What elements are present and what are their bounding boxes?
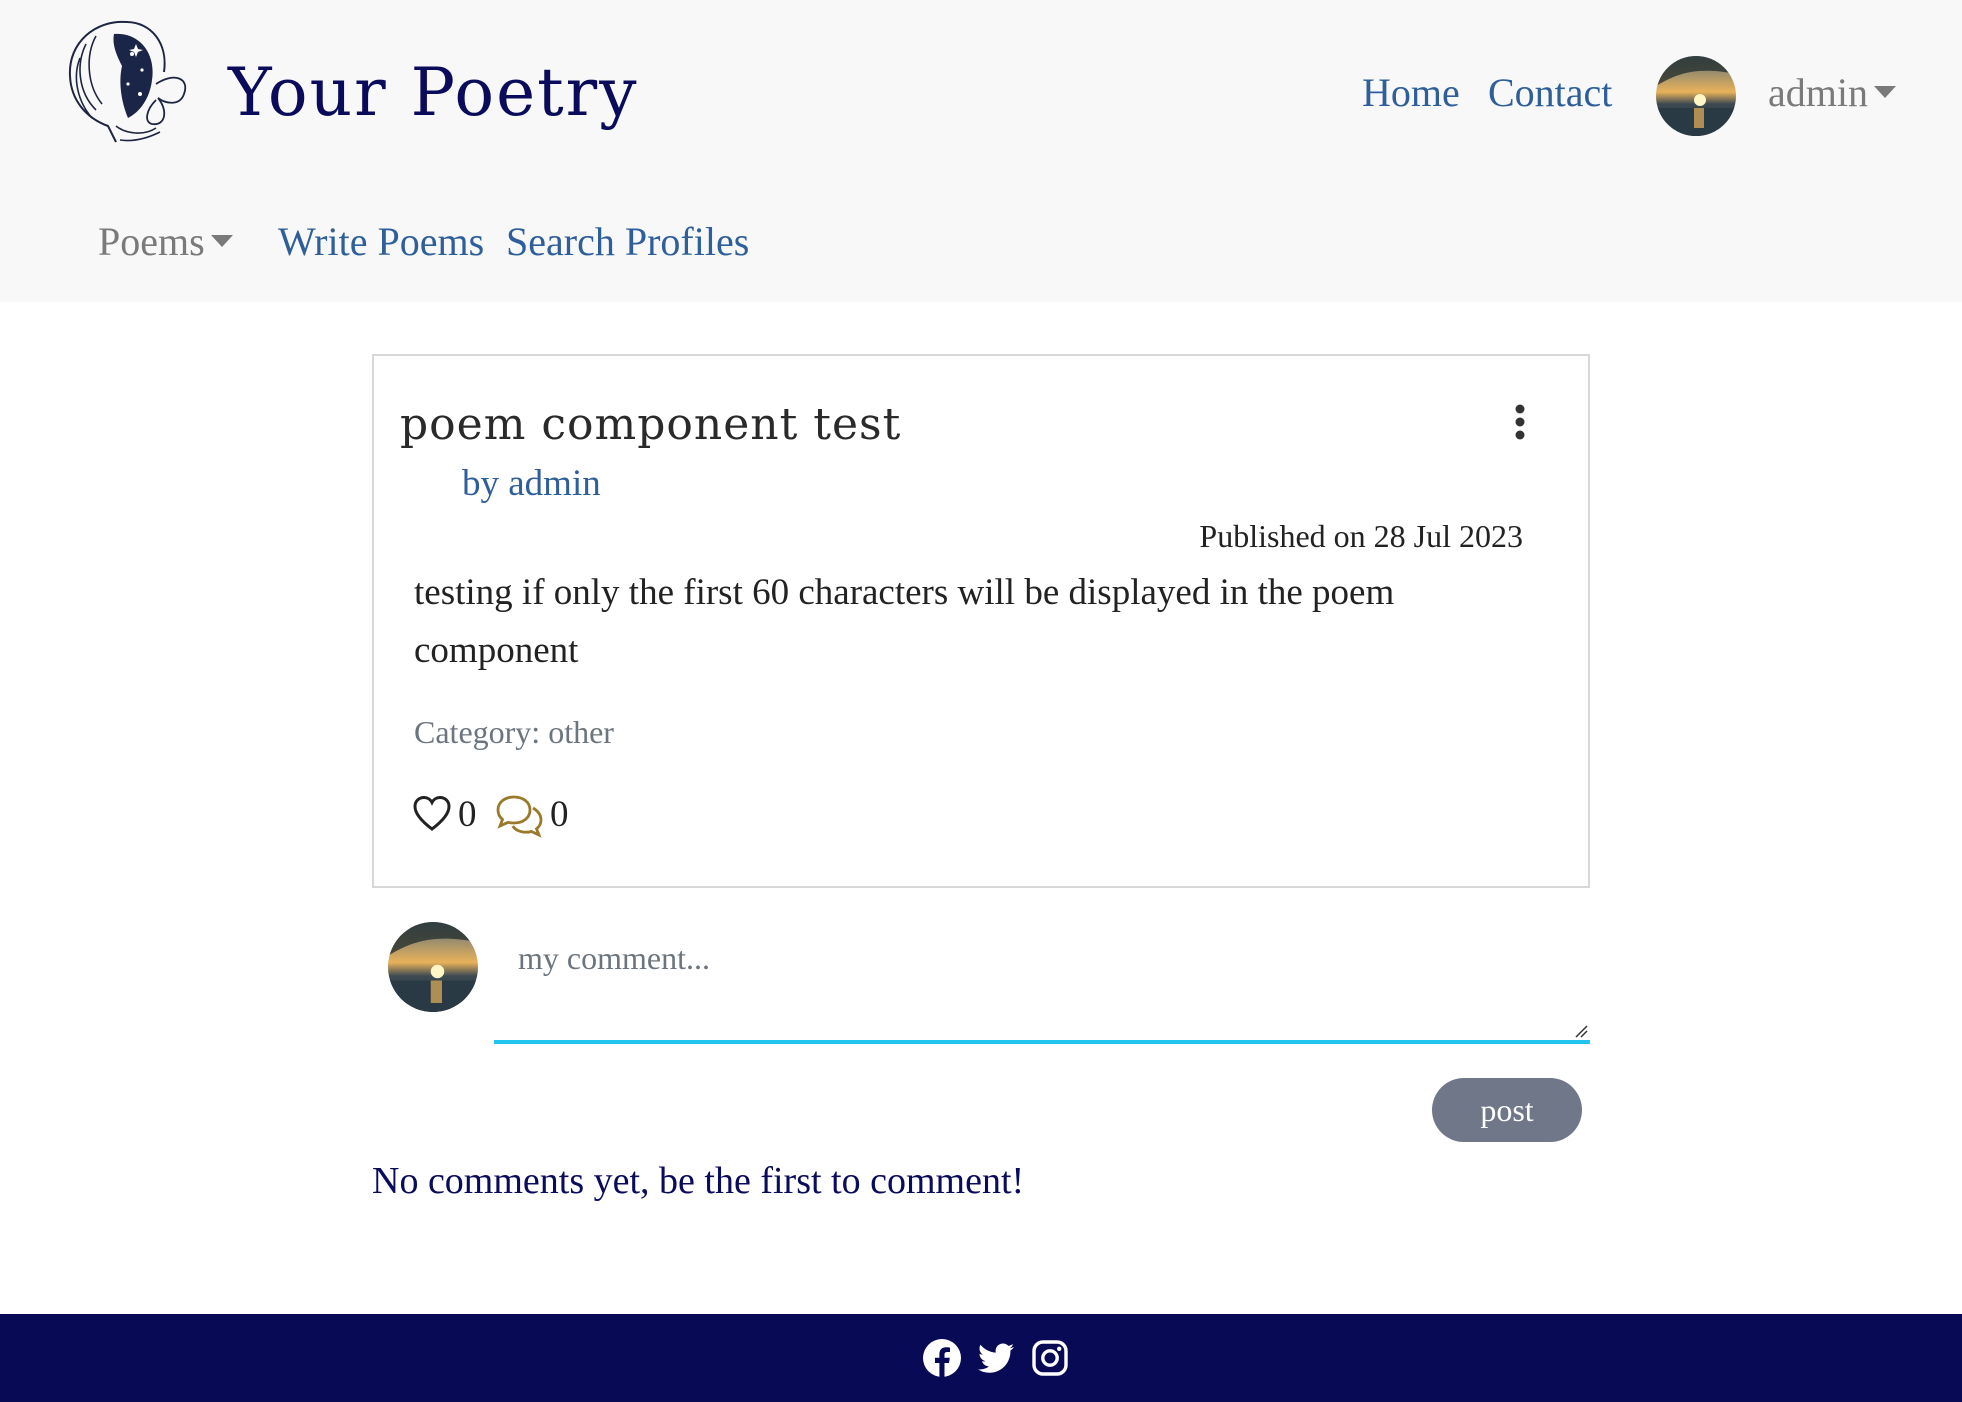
nav-contact-link[interactable]: Contact [1488, 70, 1612, 116]
poem-category: Category: other [414, 714, 614, 750]
like-count: 0 [458, 794, 477, 835]
published-date: Published on 28 Jul 2023 [1199, 518, 1523, 554]
site-header: Your Poetry Home Contact admin Poems Wri… [0, 0, 1962, 302]
user-menu-label: admin [1768, 70, 1868, 115]
chevron-down-icon [210, 234, 233, 247]
user-menu-dropdown[interactable]: admin [1768, 70, 1896, 116]
facebook-icon[interactable] [922, 1338, 962, 1378]
nav-home-link[interactable]: Home [1362, 70, 1460, 116]
comments-icon[interactable] [494, 794, 544, 838]
comment-count: 0 [550, 794, 569, 835]
no-comments-message: No comments yet, be the first to comment… [372, 1160, 1025, 1202]
poem-author-link[interactable]: by admin [462, 462, 601, 506]
heart-icon[interactable] [412, 794, 452, 834]
nav-poems-dropdown[interactable]: Poems [98, 219, 233, 265]
nav-write-poems-link[interactable]: Write Poems [278, 219, 484, 265]
comment-textarea[interactable] [494, 922, 1590, 1044]
more-options-icon[interactable] [1502, 402, 1538, 446]
post-comment-button[interactable]: post [1432, 1078, 1582, 1142]
poem-title: poem component test [400, 399, 902, 450]
instagram-icon[interactable] [1030, 1338, 1070, 1378]
user-avatar[interactable] [1656, 56, 1736, 136]
twitter-icon[interactable] [976, 1338, 1016, 1378]
brand-title[interactable]: Your Poetry [228, 50, 639, 136]
resize-handle-icon[interactable] [1574, 1024, 1588, 1038]
commenter-avatar [388, 922, 478, 1012]
chevron-down-icon [1873, 85, 1896, 98]
nav-poems-label: Poems [98, 219, 205, 264]
nav-search-profiles-link[interactable]: Search Profiles [506, 219, 749, 265]
poem-body: testing if only the first 60 characters … [414, 572, 1395, 671]
poetry-logo-icon[interactable] [56, 14, 194, 148]
